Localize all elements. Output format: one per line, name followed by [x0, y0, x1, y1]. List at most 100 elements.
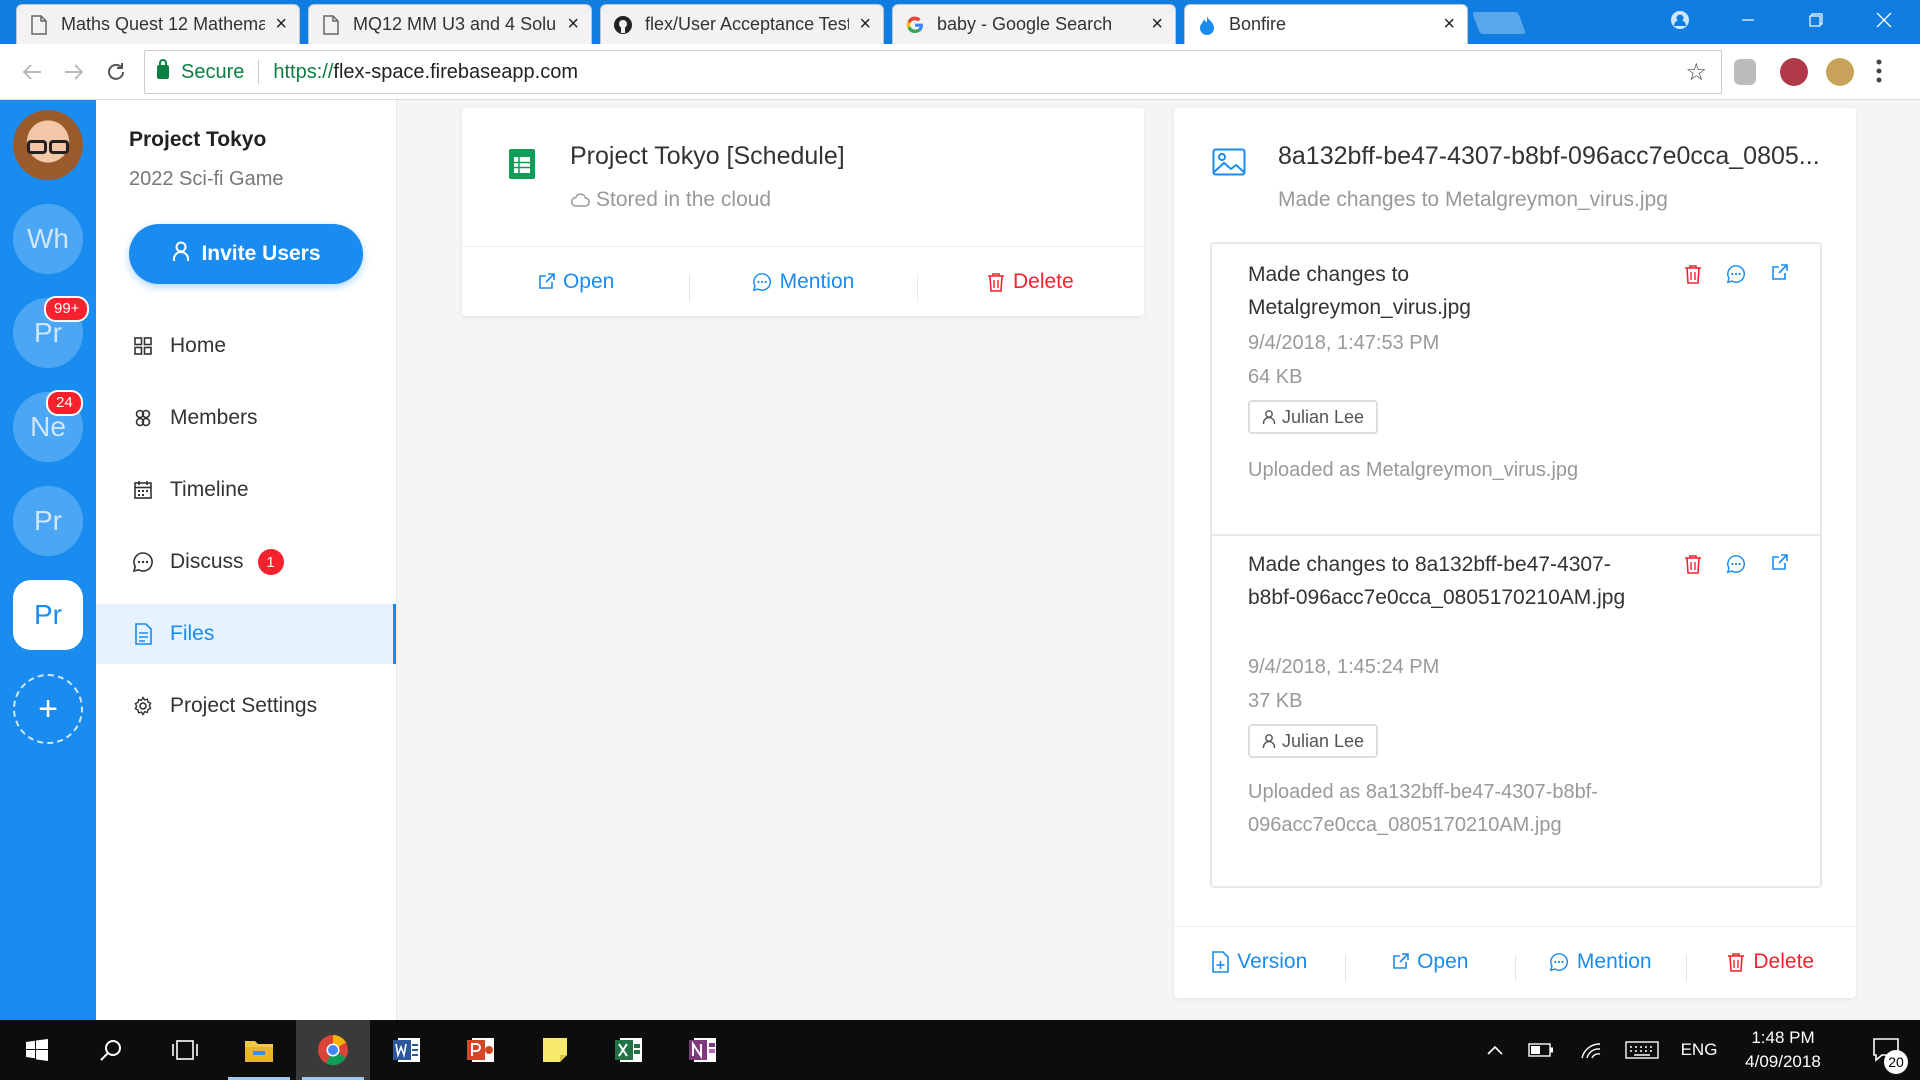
user-tag[interactable]: Julian Lee — [1248, 724, 1379, 758]
mention-button[interactable]: Mention — [689, 270, 916, 302]
menu-kebab-icon[interactable] — [1876, 58, 1884, 86]
chat-icon[interactable] — [1726, 554, 1746, 579]
nav-item-project-settings[interactable]: Project Settings — [96, 676, 396, 736]
wifi-icon[interactable] — [1576, 1020, 1606, 1080]
user-avatar[interactable] — [13, 110, 83, 180]
history-entry-actions — [1684, 264, 1788, 289]
bonfire-icon — [1197, 15, 1217, 35]
action-center-icon[interactable]: 20 — [1856, 1020, 1916, 1080]
profile-icon[interactable] — [1652, 0, 1708, 40]
mention-button[interactable]: Mention — [1515, 950, 1686, 982]
extension-avatar-icon[interactable] — [1780, 58, 1808, 86]
history-date: 9/4/2018, 1:47:53 PM — [1248, 332, 1440, 354]
trash-icon — [987, 272, 1005, 292]
close-tab-icon[interactable]: × — [567, 13, 579, 36]
nav-item-home[interactable]: Home — [96, 316, 396, 376]
notification-count: 20 — [1884, 1050, 1908, 1074]
close-tab-icon[interactable]: × — [275, 13, 287, 36]
restore-icon[interactable] — [1788, 0, 1844, 40]
history-entry: Made changes to 8a132bff-be47-4307-b8bf-… — [1212, 536, 1820, 886]
start-windows-icon[interactable] — [0, 1020, 74, 1080]
extension-horse-icon[interactable] — [1826, 58, 1854, 86]
cloud-icon — [570, 193, 590, 207]
nav-label: Home — [170, 334, 227, 357]
back-icon[interactable] — [14, 54, 50, 90]
nav-item-files[interactable]: Files — [96, 604, 396, 664]
clock-date: 4/09/2018 — [1745, 1052, 1821, 1071]
onenote-icon[interactable] — [666, 1020, 740, 1080]
delete-button[interactable]: Delete — [1685, 950, 1857, 982]
nav-item-members[interactable]: Members — [96, 388, 396, 448]
browser-tab-maths-quest[interactable]: Maths Quest 12 Mathema × — [16, 4, 300, 44]
user-tag[interactable]: Julian Lee — [1248, 400, 1379, 434]
file-explorer-icon[interactable] — [222, 1020, 296, 1080]
chat-icon — [752, 272, 772, 292]
language-indicator[interactable]: ENG — [1674, 1020, 1724, 1080]
chrome-icon[interactable] — [296, 1020, 370, 1080]
show-hidden-icons-chevron-icon[interactable] — [1480, 1020, 1510, 1080]
chat-icon — [132, 551, 154, 573]
task-view-icon[interactable] — [148, 1020, 222, 1080]
windows-taskbar: ENG 1:48 PM 4/09/2018 20 — [0, 1020, 1920, 1080]
user-icon — [1262, 733, 1276, 749]
close-tab-icon[interactable]: × — [859, 13, 871, 36]
powerpoint-icon[interactable] — [444, 1020, 518, 1080]
address-toolbar: Secure https:// flex-space.firebaseapp.c… — [0, 44, 1920, 100]
minimize-icon[interactable] — [1720, 0, 1776, 40]
project-switch-wh[interactable]: Wh — [13, 204, 83, 274]
word-icon[interactable] — [370, 1020, 444, 1080]
project-description: 2022 Sci-fi Game — [129, 168, 284, 190]
upload-note: Uploaded as 8a132bff-be47-4307-b8bf-096a… — [1248, 781, 1598, 836]
url-bar[interactable]: Secure https:// flex-space.firebaseapp.c… — [144, 50, 1722, 94]
image-icon — [1212, 148, 1246, 181]
trash-icon[interactable] — [1684, 264, 1702, 289]
version-button[interactable]: Version — [1174, 950, 1345, 974]
history-heading: Made changes to Metalgreymon_virus.jpg — [1248, 263, 1471, 319]
browser-tab-mq12[interactable]: MQ12 MM U3 and 4 Solu × — [308, 4, 592, 44]
excel-icon[interactable] — [592, 1020, 666, 1080]
close-tab-icon[interactable]: × — [1443, 13, 1455, 36]
taskbar-clock[interactable]: 1:48 PM 4/09/2018 — [1720, 1026, 1846, 1074]
bookmark-star-icon[interactable]: ☆ — [1685, 58, 1707, 87]
nav-item-timeline[interactable]: Timeline — [96, 460, 396, 520]
browser-tab-bonfire[interactable]: Bonfire × — [1184, 4, 1468, 44]
history-entry: Made changes to Metalgreymon_virus.jpg 9… — [1212, 244, 1820, 534]
external-link-icon[interactable] — [1770, 554, 1788, 579]
user-icon — [1262, 409, 1276, 425]
extension-database-icon[interactable] — [1734, 59, 1756, 85]
close-window-icon[interactable] — [1856, 0, 1912, 40]
reload-icon[interactable] — [98, 54, 134, 90]
nav-item-discuss[interactable]: Discuss 1 — [96, 532, 396, 592]
project-switch-pr-2[interactable]: Pr — [13, 486, 83, 556]
version-history: Made changes to Metalgreymon_virus.jpg 9… — [1210, 242, 1822, 888]
members-icon — [132, 407, 154, 429]
url-scheme: https:// — [273, 60, 334, 83]
chat-icon[interactable] — [1726, 264, 1746, 289]
clock-time: 1:48 PM — [1751, 1028, 1815, 1047]
add-project-button[interactable]: + — [13, 674, 83, 744]
forward-icon[interactable] — [56, 54, 92, 90]
nav-label: Members — [170, 406, 258, 429]
project-switch-pr-active[interactable]: Pr — [13, 580, 83, 650]
external-link-icon — [1391, 953, 1409, 971]
secure-indicator[interactable]: Secure — [157, 59, 244, 84]
github-icon — [613, 15, 633, 35]
browser-tab-github[interactable]: flex/User Acceptance Test × — [600, 4, 884, 44]
trash-icon[interactable] — [1684, 554, 1702, 579]
delete-button[interactable]: Delete — [916, 270, 1144, 302]
history-date: 9/4/2018, 1:45:24 PM — [1248, 656, 1440, 678]
invite-users-button[interactable]: Invite Users — [129, 224, 363, 284]
battery-icon[interactable] — [1524, 1020, 1558, 1080]
external-link-icon[interactable] — [1770, 264, 1788, 289]
storage-status: Stored in the cloud — [570, 188, 771, 212]
search-icon[interactable] — [74, 1020, 148, 1080]
sticky-notes-icon[interactable] — [518, 1020, 592, 1080]
open-button[interactable]: Open — [462, 270, 689, 294]
gear-icon — [132, 695, 154, 717]
version-label: Version — [1237, 950, 1308, 973]
touch-keyboard-icon[interactable] — [1622, 1020, 1662, 1080]
open-button[interactable]: Open — [1344, 950, 1516, 982]
close-tab-icon[interactable]: × — [1151, 13, 1163, 36]
browser-tab-google[interactable]: baby - Google Search × — [892, 4, 1176, 44]
new-tab-button[interactable] — [1471, 12, 1527, 34]
